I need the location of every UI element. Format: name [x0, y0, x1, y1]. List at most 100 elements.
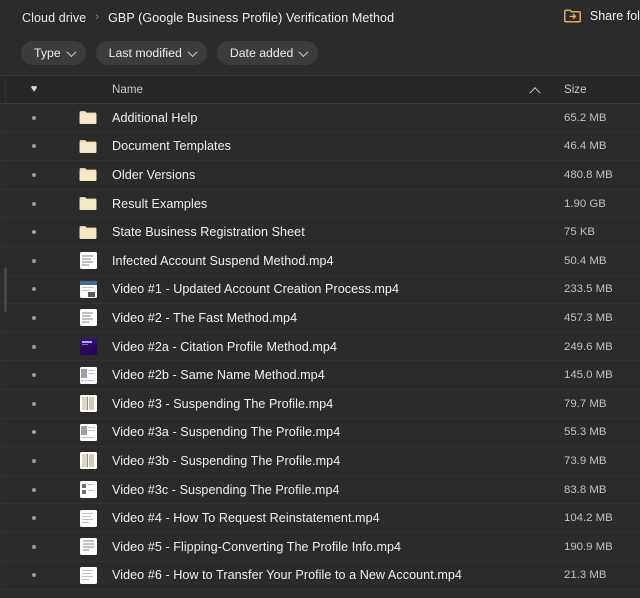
file-icon-cell	[68, 509, 108, 527]
table-row[interactable]: State Business Registration Sheet 75 KB	[0, 218, 640, 247]
file-name: Video #2b - Same Name Method.mp4	[112, 368, 325, 383]
file-icon-cell	[68, 395, 108, 413]
file-icon-cell	[68, 139, 108, 154]
folder-icon	[79, 196, 97, 211]
filter-chip-type[interactable]: Type	[21, 41, 86, 65]
breadcrumb-root[interactable]: Cloud drive	[22, 11, 86, 25]
chevron-down-icon	[298, 46, 309, 57]
bullet-icon	[32, 344, 36, 349]
favorite-toggle[interactable]	[0, 287, 68, 292]
file-name: Video #2 - The Fast Method.mp4	[112, 310, 298, 325]
file-icon-cell	[68, 252, 108, 270]
file-name: Video #3b - Suspending The Profile.mp4	[112, 453, 341, 468]
breadcrumb: Cloud drive › GBP (Google Business Profi…	[22, 11, 394, 25]
favorite-toggle[interactable]	[0, 516, 68, 521]
file-size: 104.2 MB	[564, 512, 613, 525]
file-icon-cell	[68, 196, 108, 211]
file-size: 79.7 MB	[564, 397, 607, 410]
filter-chip-type-label: Type	[34, 46, 61, 60]
table-row[interactable]: Video #3c - Suspending The Profile.mp4 83…	[0, 476, 640, 505]
file-size: 1.90 GB	[564, 197, 606, 210]
favorite-toggle[interactable]	[0, 172, 68, 177]
table-row[interactable]: Video #5 - Flipping-Converting The Profi…	[0, 533, 640, 562]
favorite-toggle[interactable]	[0, 430, 68, 435]
file-name: Result Examples	[112, 196, 208, 211]
file-size: 55.3 MB	[564, 426, 607, 439]
favorite-toggle[interactable]	[0, 487, 68, 492]
table-row[interactable]: Video #6 - How to Transfer Your Profile …	[0, 562, 640, 591]
favorite-toggle[interactable]	[0, 344, 68, 349]
favorite-toggle[interactable]	[0, 315, 68, 320]
file-table-header: ♥ Name Size	[0, 76, 640, 104]
bullet-icon	[32, 315, 36, 320]
file-icon-cell	[68, 167, 108, 182]
file-size: 145.0 MB	[564, 369, 613, 382]
column-header-favorite[interactable]: ♥	[0, 84, 68, 95]
table-row[interactable]: Video #4 - How To Request Reinstatement.…	[0, 504, 640, 533]
favorite-toggle[interactable]	[0, 258, 68, 263]
file-size: 190.9 MB	[564, 540, 613, 553]
favorite-toggle[interactable]	[0, 573, 68, 578]
share-folder-icon	[563, 9, 581, 23]
bullet-icon	[32, 430, 36, 435]
table-row[interactable]: Additional Help 65.2 MB	[0, 104, 640, 133]
file-name: Video #2a - Citation Profile Method.mp4	[112, 339, 338, 354]
folder-icon	[79, 110, 97, 125]
filter-chip-date-added[interactable]: Date added	[216, 41, 319, 65]
favorite-toggle[interactable]	[0, 373, 68, 378]
file-size: 480.8 MB	[564, 168, 613, 181]
breadcrumb-current-folder[interactable]: GBP (Google Business Profile) Verificati…	[108, 11, 394, 25]
file-name: Video #3a - Suspending The Profile.mp4	[112, 425, 341, 440]
file-size: 457.3 MB	[564, 311, 613, 324]
file-icon-cell	[68, 423, 108, 441]
file-name: Document Templates	[112, 139, 231, 154]
table-row[interactable]: Video #3b - Suspending The Profile.mp4 73…	[0, 447, 640, 476]
folder-icon	[79, 225, 97, 240]
share-folder-label: Share folder	[589, 9, 640, 23]
sort-direction-control[interactable]	[516, 86, 554, 98]
file-table: ♥ Name Size Additional Help 65.2 MB Docume…	[0, 76, 640, 591]
file-size: 46.4 MB	[564, 140, 607, 153]
file-name: Video #6 - How to Transfer Your Profile …	[112, 568, 462, 583]
favorite-toggle[interactable]	[0, 115, 68, 120]
bullet-icon	[32, 516, 36, 521]
bullet-icon	[32, 573, 36, 578]
file-name: Video #3c - Suspending The Profile.mp4	[112, 482, 340, 497]
favorite-toggle[interactable]	[0, 458, 68, 463]
table-row[interactable]: Video #1 - Updated Account Creation Proc…	[0, 276, 640, 305]
top-header-band: Cloud drive › GBP (Google Business Profi…	[0, 0, 640, 76]
table-row[interactable]: Older Versions 480.8 MB	[0, 161, 640, 190]
file-name: Infected Account Suspend Method.mp4	[112, 253, 334, 268]
filter-chip-last-modified[interactable]: Last modified	[95, 41, 207, 65]
video-thumbnail-icon	[79, 566, 97, 584]
column-header-size[interactable]: Size	[554, 83, 640, 96]
column-header-name[interactable]: Name	[108, 83, 516, 96]
share-folder-button[interactable]: Share folder	[563, 9, 640, 23]
table-row[interactable]: Video #2b - Same Name Method.mp4 145.0 MB	[0, 361, 640, 390]
favorite-toggle[interactable]	[0, 401, 68, 406]
favorite-toggle[interactable]	[0, 230, 68, 235]
bullet-icon	[32, 144, 36, 149]
file-size: 65.2 MB	[564, 111, 607, 124]
file-name: Video #5 - Flipping-Converting The Profi…	[112, 539, 402, 554]
table-row[interactable]: Video #3 - Suspending The Profile.mp4 79.…	[0, 390, 640, 419]
table-row[interactable]: Infected Account Suspend Method.mp4 50.4 …	[0, 247, 640, 276]
bullet-icon	[32, 544, 36, 549]
filter-chip-bar: Type Last modified Date added	[21, 41, 319, 65]
table-row[interactable]: Video #3a - Suspending The Profile.mp4 55…	[0, 419, 640, 448]
table-row[interactable]: Video #2 - The Fast Method.mp4 457.3 MB	[0, 304, 640, 333]
file-name: Video #3 - Suspending The Profile.mp4	[112, 396, 334, 411]
left-scrollbar-thumb[interactable]	[4, 268, 7, 312]
video-thumbnail-icon	[79, 366, 97, 384]
favorite-toggle[interactable]	[0, 544, 68, 549]
table-row[interactable]: Video #2a - Citation Profile Method.mp4 2…	[0, 333, 640, 362]
table-row[interactable]: Document Templates 46.4 MB	[0, 133, 640, 162]
file-name: Older Versions	[112, 167, 196, 182]
video-thumbnail-icon	[79, 280, 97, 298]
favorite-toggle[interactable]	[0, 201, 68, 206]
favorite-toggle[interactable]	[0, 144, 68, 149]
video-thumbnail-icon	[79, 395, 97, 413]
table-row[interactable]: Result Examples 1.90 GB	[0, 190, 640, 219]
chevron-right-icon: ›	[95, 10, 100, 23]
file-name: Additional Help	[112, 110, 198, 125]
